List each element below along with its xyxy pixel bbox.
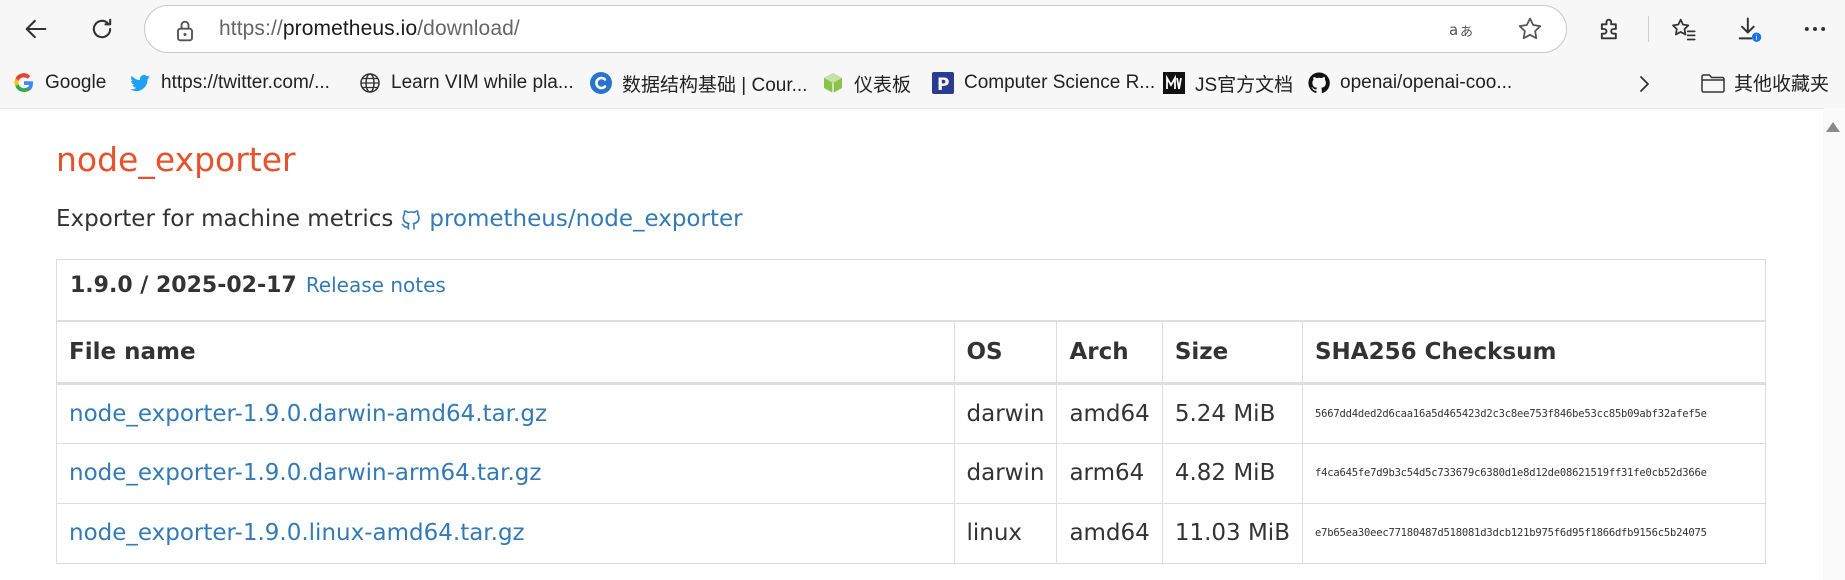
downloads-table: File name OS Arch Size SHA256 Checksum n…: [57, 320, 1765, 563]
lock-icon[interactable]: [171, 17, 199, 45]
svg-text:i: i: [1755, 34, 1757, 42]
size-cell: 11.03 MiB: [1161, 502, 1303, 563]
back-button[interactable]: [16, 9, 56, 49]
os-cell: linux: [953, 502, 1057, 563]
url-host: prometheus.io: [282, 17, 418, 40]
favorites-button[interactable]: [1663, 9, 1703, 49]
extensions-button[interactable]: [1590, 9, 1630, 49]
bookmark-coursera[interactable]: 数据结构基础 | Cour...: [589, 69, 807, 97]
checksum-cell: 5667dd4ded2d6caa16a5d465423d2c3c8ee753f8…: [1301, 382, 1765, 443]
release-version: 1.9.0 / 2025-02-17: [70, 273, 297, 298]
bookmark-twitter[interactable]: https://twitter.com/...: [128, 69, 330, 97]
url-path: /download/: [417, 17, 520, 40]
bookmark-computer-science[interactable]: P Computer Science R...: [931, 69, 1155, 97]
twitter-icon: [128, 71, 152, 95]
menu-button[interactable]: [1795, 9, 1835, 49]
favorites-icon: [1672, 18, 1696, 41]
file-cell: node_exporter-1.9.0.darwin-arm64.tar.gz: [57, 442, 954, 503]
release-panel: 1.9.0 / 2025-02-17 Release notes File na…: [56, 259, 1766, 564]
checksum-cell: e7b65ea30eec77180487d518081d3dcb121b975f…: [1301, 502, 1765, 563]
table-header-row: File name OS Arch Size SHA256 Checksum: [57, 320, 1765, 385]
table-row: node_exporter-1.9.0.darwin-arm64.tar.gz …: [57, 442, 1765, 503]
svg-text:P: P: [937, 75, 949, 95]
size-cell: 4.82 MiB: [1161, 442, 1303, 503]
column-header-file-name: File name: [57, 320, 954, 385]
bookmark-label: https://twitter.com/...: [161, 72, 330, 93]
arch-cell: amd64: [1056, 382, 1163, 443]
file-cell: node_exporter-1.9.0.darwin-amd64.tar.gz: [57, 382, 954, 443]
arrow-left-icon: [25, 19, 47, 39]
folder-icon: [1701, 73, 1725, 93]
browser-toolbar: https://prometheus.io/download/ aあ i: [0, 0, 1845, 58]
download-icon: i: [1738, 17, 1762, 42]
page-title: node_exporter: [56, 140, 296, 179]
globe-icon: [358, 71, 382, 95]
release-header: 1.9.0 / 2025-02-17 Release notes: [57, 260, 1765, 320]
downloads-button[interactable]: i: [1729, 9, 1769, 49]
bookmark-label: 其他收藏夹: [1734, 74, 1830, 95]
description-text: Exporter for machine metrics: [56, 206, 394, 232]
more-icon: [1804, 27, 1826, 31]
cube-icon: [821, 71, 845, 95]
os-cell: darwin: [953, 382, 1057, 443]
bookmark-label: Computer Science R...: [964, 72, 1156, 93]
checksum-cell: f4ca645fe7d9b3c54d5c733679c6380d1e8d12de…: [1301, 442, 1765, 503]
svg-text:あ: あ: [1460, 25, 1473, 40]
refresh-button[interactable]: [82, 9, 122, 49]
scrollbar[interactable]: [1823, 108, 1845, 580]
download-link[interactable]: node_exporter-1.9.0.darwin-amd64.tar.gz: [69, 401, 547, 427]
bookmark-other-favorites[interactable]: 其他收藏夹: [1700, 69, 1829, 96]
bookmarks-bar: Google https://twitter.com/... Learn VIM…: [0, 58, 1845, 108]
svg-text:a: a: [1449, 21, 1458, 39]
column-header-size: Size: [1161, 320, 1303, 385]
coursera-icon: [589, 71, 613, 95]
github-icon: [1307, 71, 1331, 95]
bookmark-js-docs[interactable]: JS官方文档: [1162, 69, 1293, 97]
bookmark-dashboard[interactable]: 仪表板: [821, 69, 911, 97]
puzzle-icon: [1600, 18, 1617, 40]
bookmark-openai-cookbook[interactable]: openai/openai-coo...: [1307, 69, 1512, 97]
arch-cell: amd64: [1056, 502, 1163, 563]
release-notes-link[interactable]: Release notes: [306, 273, 446, 297]
table-row: node_exporter-1.9.0.linux-amd64.tar.gz l…: [57, 502, 1765, 563]
bookmark-label: openai/openai-coo...: [1340, 72, 1513, 93]
column-header-checksum: SHA256 Checksum: [1301, 320, 1765, 385]
address-bar[interactable]: https://prometheus.io/download/ aあ: [144, 5, 1567, 53]
os-cell: darwin: [953, 442, 1057, 503]
bookmark-label: Google: [45, 72, 107, 93]
bookmark-label: 仪表板: [854, 74, 912, 96]
google-icon: [12, 71, 36, 95]
project-description: Exporter for machine metrics prometheus/…: [56, 206, 743, 232]
chevron-right-icon[interactable]: [1632, 72, 1656, 96]
bookmark-label: 数据结构基础 | Cour...: [622, 74, 808, 96]
github-icon: [402, 210, 421, 230]
scroll-up-arrow-icon[interactable]: [1826, 122, 1840, 132]
download-link[interactable]: node_exporter-1.9.0.linux-amd64.tar.gz: [69, 520, 525, 546]
refresh-icon: [92, 18, 112, 39]
star-icon[interactable]: [1516, 15, 1544, 43]
url-text[interactable]: https://prometheus.io/download/: [219, 17, 520, 41]
column-header-arch: Arch: [1056, 320, 1163, 385]
table-row: node_exporter-1.9.0.darwin-amd64.tar.gz …: [57, 382, 1765, 443]
file-cell: node_exporter-1.9.0.linux-amd64.tar.gz: [57, 502, 954, 563]
size-cell: 5.24 MiB: [1161, 382, 1303, 443]
bookmark-label: JS官方文档: [1195, 74, 1294, 96]
bookmark-google[interactable]: Google: [12, 69, 106, 97]
m-icon: [1162, 71, 1186, 95]
arch-cell: arm64: [1056, 442, 1163, 503]
download-link[interactable]: node_exporter-1.9.0.darwin-arm64.tar.gz: [69, 460, 541, 486]
column-header-os: OS: [953, 320, 1057, 385]
repo-link[interactable]: prometheus/node_exporter: [429, 206, 742, 232]
url-scheme: https://: [219, 17, 283, 40]
toolbar-separator: [1648, 16, 1649, 42]
read-aloud-icon[interactable]: aあ: [1448, 16, 1476, 44]
bookmark-learn-vim[interactable]: Learn VIM while pla...: [358, 69, 574, 97]
bookmark-label: Learn VIM while pla...: [391, 72, 574, 93]
p-icon: P: [931, 71, 955, 95]
